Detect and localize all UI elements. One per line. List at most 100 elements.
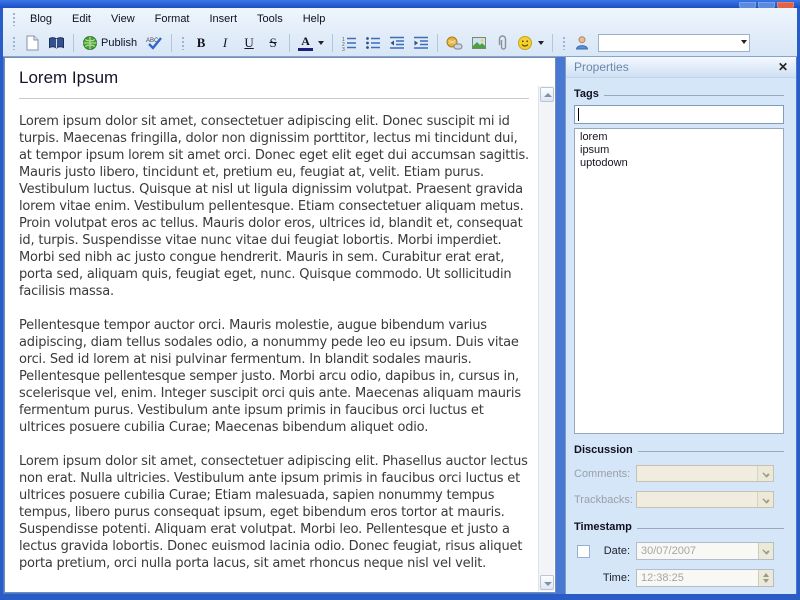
insert-emoticon-button[interactable] xyxy=(514,33,547,53)
attach-file-button[interactable] xyxy=(492,33,512,53)
trackbacks-row: Trackbacks: xyxy=(574,491,784,508)
time-spinner[interactable] xyxy=(758,570,773,586)
numbered-list-icon: 123 xyxy=(341,35,357,51)
numbered-list-button[interactable]: 123 xyxy=(338,33,360,53)
section-divider xyxy=(637,451,784,452)
toolbar-grip[interactable] xyxy=(11,36,16,50)
toolbar-grip[interactable] xyxy=(561,36,567,50)
italic-button[interactable]: I xyxy=(214,33,236,53)
tag-list-item[interactable]: ipsum xyxy=(575,144,783,157)
menu-insert[interactable]: Insert xyxy=(200,10,248,28)
timestamp-section-header: Timestamp xyxy=(574,521,784,533)
toolbar: Publish ABC B I U S A 123 xyxy=(3,30,797,56)
tags-input[interactable] xyxy=(574,105,784,124)
menu-tools[interactable]: Tools xyxy=(247,10,293,28)
underline-button[interactable]: U xyxy=(238,33,260,53)
properties-panel-title: Properties xyxy=(574,60,629,74)
date-field[interactable]: 30/07/2007 xyxy=(636,542,774,560)
style-combobox-value xyxy=(599,39,602,51)
insert-image-button[interactable] xyxy=(468,33,490,53)
time-field[interactable]: 12:38:25 xyxy=(636,569,774,587)
window-titlebar[interactable] xyxy=(0,0,800,9)
discussion-section-header: Discussion xyxy=(574,444,784,456)
time-row: Time: 12:38:25 xyxy=(574,569,784,587)
post-paragraph: Lorem ipsum dolor sit amet, consectetuer… xyxy=(19,114,529,299)
text-cursor xyxy=(578,108,579,121)
bold-label: B xyxy=(196,35,206,50)
tag-list-item[interactable]: uptodown xyxy=(575,157,783,170)
tags-label: Tags xyxy=(574,88,599,100)
indent-icon xyxy=(413,35,429,51)
strikethrough-label: S xyxy=(269,35,277,50)
comments-row: Comments: xyxy=(574,465,784,482)
date-checkbox[interactable] xyxy=(577,544,590,558)
toolbar-grip[interactable] xyxy=(180,36,186,50)
spellcheck-button[interactable]: ABC xyxy=(142,33,166,53)
title-divider xyxy=(19,98,529,99)
time-value: 12:38:25 xyxy=(641,572,684,584)
indent-button[interactable] xyxy=(410,33,432,53)
scroll-down-button[interactable] xyxy=(540,575,554,590)
strikethrough-button[interactable]: S xyxy=(262,33,284,53)
properties-panel: Properties ✕ Tags lorem ipsum uptodown D… xyxy=(565,57,796,594)
section-divider xyxy=(636,528,784,529)
hyperlink-icon xyxy=(446,35,463,51)
author-button[interactable] xyxy=(571,33,593,53)
menu-view[interactable]: View xyxy=(101,10,145,28)
timestamp-label: Timestamp xyxy=(574,521,632,533)
application-window: Blog Edit View Format Insert Tools Help … xyxy=(0,0,800,600)
date-row: Date: 30/07/2007 xyxy=(574,542,784,560)
tag-list-item[interactable]: lorem xyxy=(575,131,783,144)
comments-dropdown[interactable] xyxy=(636,465,774,482)
toolbar-separator xyxy=(437,34,439,52)
chevron-down-icon xyxy=(762,496,770,504)
post-title[interactable]: Lorem Ipsum xyxy=(19,66,529,88)
tags-list[interactable]: lorem ipsum uptodown xyxy=(574,128,784,434)
bulleted-list-button[interactable] xyxy=(362,33,384,53)
chevron-down-icon xyxy=(741,40,748,44)
arrow-up-icon xyxy=(544,93,552,97)
underline-label: U xyxy=(244,35,254,50)
section-divider xyxy=(603,95,784,96)
post-body[interactable]: Lorem ipsum dolor sit amet, consectetuer… xyxy=(19,113,529,572)
post-paragraph: Lorem ipsum dolor sit amet, consectetuer… xyxy=(19,454,528,571)
insert-link-button[interactable] xyxy=(443,33,466,53)
font-color-icon: A xyxy=(298,35,314,51)
toolbar-separator xyxy=(552,34,554,52)
menu-bar: Blog Edit View Format Insert Tools Help xyxy=(3,8,797,30)
close-panel-button[interactable]: ✕ xyxy=(778,61,788,73)
post-editor[interactable]: Lorem Ipsum Lorem ipsum dolor sit amet, … xyxy=(4,57,556,593)
editor-scrollbar[interactable] xyxy=(538,86,554,591)
post-paragraph: Pellentesque tempor auctor orci. Mauris … xyxy=(19,318,521,435)
new-post-button[interactable] xyxy=(21,33,43,53)
image-icon xyxy=(471,35,487,51)
toolbar-separator xyxy=(73,34,74,52)
time-label: Time: xyxy=(602,572,630,584)
chevron-down-icon xyxy=(538,41,545,45)
style-combobox[interactable] xyxy=(598,34,751,52)
menu-blog[interactable]: Blog xyxy=(20,10,62,28)
toolbar-separator xyxy=(171,34,173,52)
globe-icon xyxy=(82,35,98,51)
spellcheck-icon: ABC xyxy=(145,35,163,51)
outdent-button[interactable] xyxy=(386,33,408,53)
scroll-up-button[interactable] xyxy=(540,87,554,102)
toolbar-separator xyxy=(332,34,334,52)
comments-label: Comments: xyxy=(574,467,631,480)
bulleted-list-icon xyxy=(365,35,381,51)
arrow-up-icon xyxy=(763,573,769,577)
trackbacks-dropdown[interactable] xyxy=(636,491,774,508)
font-color-button[interactable]: A xyxy=(295,34,327,53)
open-post-button[interactable] xyxy=(45,33,68,53)
bold-button[interactable]: B xyxy=(190,33,212,53)
properties-panel-header: Properties ✕ xyxy=(566,57,796,78)
menu-help[interactable]: Help xyxy=(293,10,336,28)
outdent-icon xyxy=(389,35,405,51)
menu-edit[interactable]: Edit xyxy=(62,10,101,28)
chevron-down-icon xyxy=(318,41,325,45)
publish-button[interactable]: Publish xyxy=(79,33,140,53)
menubar-grip[interactable] xyxy=(11,11,16,26)
menu-format[interactable]: Format xyxy=(145,10,200,28)
svg-text:3: 3 xyxy=(342,47,345,51)
arrow-down-icon xyxy=(763,579,769,583)
